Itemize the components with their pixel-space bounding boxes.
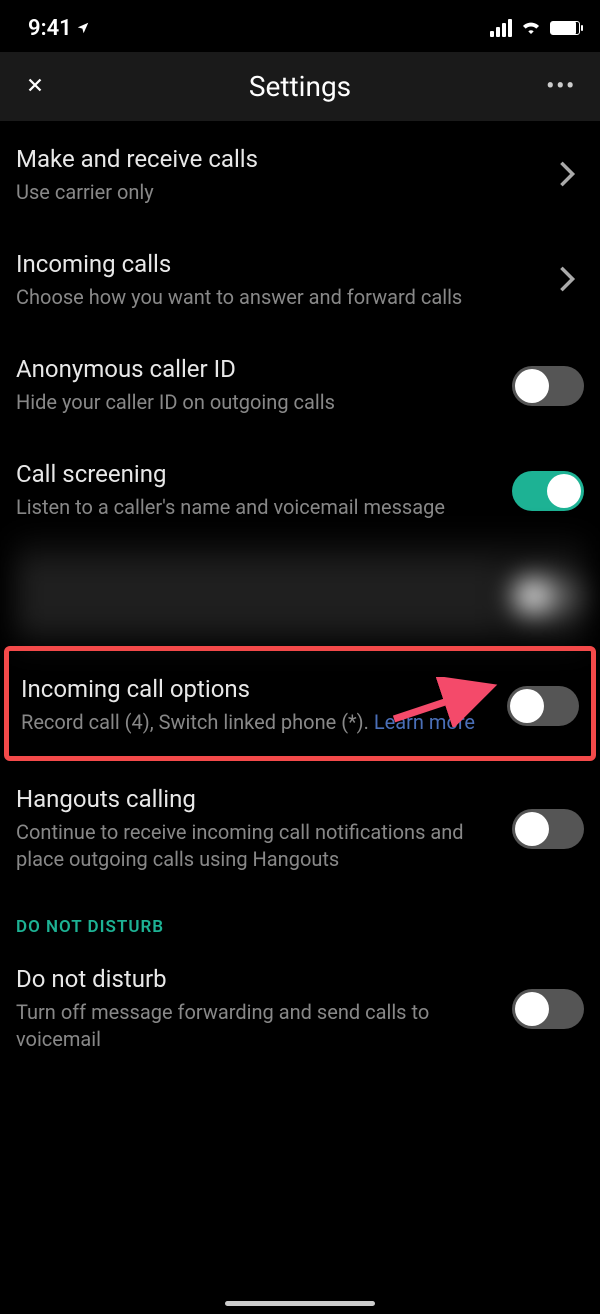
row-title: Incoming call options (21, 675, 495, 703)
close-button[interactable] (24, 70, 56, 103)
row-title: Redacted setting title (16, 565, 500, 593)
toggle-anonymous-caller-id[interactable] (512, 366, 584, 406)
row-subtitle: Record call (4), Switch linked phone (*)… (21, 709, 495, 736)
row-anonymous-caller-id: Anonymous caller ID Hide your caller ID … (16, 331, 584, 436)
row-subtitle: Hide your caller ID on outgoing calls (16, 389, 500, 416)
chevron-right-icon (550, 265, 584, 297)
toggle-redacted[interactable] (512, 576, 584, 616)
row-redacted: Redacted setting title Redacted descript… (16, 541, 584, 646)
row-do-not-disturb: Do not disturb Turn off message forwardi… (16, 941, 584, 1053)
status-time: 9:41 (28, 16, 72, 41)
row-subtitle: Continue to receive incoming call notifi… (16, 819, 500, 873)
toggle-incoming-call-options[interactable] (507, 686, 579, 726)
row-title: Make and receive calls (16, 145, 538, 173)
toggle-do-not-disturb[interactable] (512, 989, 584, 1029)
signal-icon (490, 19, 512, 37)
row-subtitle: Redacted description text line (16, 599, 500, 626)
highlight-annotation: Incoming call options Record call (4), S… (4, 646, 596, 761)
row-incoming-call-options: Incoming call options Record call (4), S… (21, 651, 579, 756)
location-icon (76, 16, 90, 41)
learn-more-link[interactable]: Learn more (374, 710, 475, 734)
header: Settings ••• (0, 52, 600, 121)
more-button[interactable]: ••• (544, 74, 576, 99)
row-title: Hangouts calling (16, 785, 500, 813)
page-title: Settings (56, 70, 544, 103)
row-subtitle: Choose how you want to answer and forwar… (16, 284, 538, 311)
home-indicator[interactable] (225, 1301, 375, 1306)
toggle-hangouts-calling[interactable] (512, 809, 584, 849)
wifi-icon (520, 18, 542, 38)
section-do-not-disturb: DO NOT DISTURB (16, 893, 584, 941)
row-make-receive-calls[interactable]: Make and receive calls Use carrier only (16, 121, 584, 226)
row-subtitle: Use carrier only (16, 179, 538, 206)
row-subtitle: Turn off message forwarding and send cal… (16, 999, 500, 1053)
row-incoming-calls[interactable]: Incoming calls Choose how you want to an… (16, 226, 584, 331)
chevron-right-icon (550, 160, 584, 192)
row-title: Call screening (16, 460, 500, 488)
toggle-call-screening[interactable] (512, 471, 584, 511)
row-title: Do not disturb (16, 965, 500, 993)
row-call-screening: Call screening Listen to a caller's name… (16, 436, 584, 541)
row-subtitle: Listen to a caller's name and voicemail … (16, 494, 500, 521)
battery-icon (550, 21, 580, 35)
row-title: Incoming calls (16, 250, 538, 278)
row-hangouts-calling: Hangouts calling Continue to receive inc… (16, 761, 584, 893)
row-title: Anonymous caller ID (16, 355, 500, 383)
